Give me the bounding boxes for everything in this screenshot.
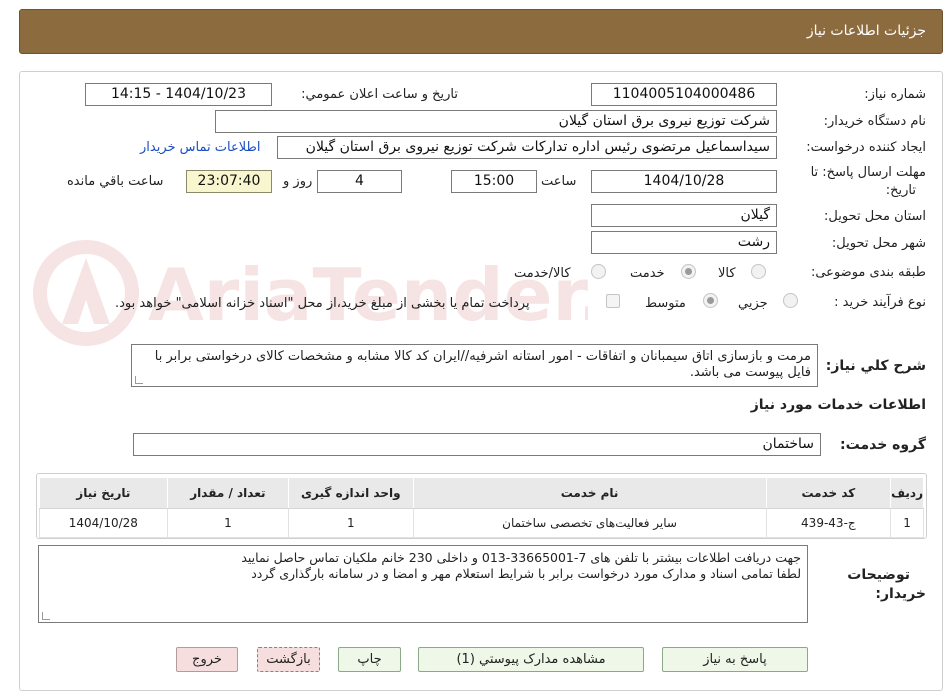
page-header: جزئیات اطلاعات نیاز (19, 9, 943, 54)
category-radio-goods-service[interactable] (591, 264, 606, 279)
description-text: مرمت و بازسازی اتاق سیمبانان و اتفاقات -… (154, 349, 811, 380)
remaining-time-field: 23:07:40 (186, 170, 272, 193)
category-radio-goods[interactable] (751, 264, 766, 279)
time-label: ساعت (541, 174, 577, 189)
print-button[interactable]: چاپ (338, 647, 401, 672)
treasury-checkbox[interactable] (606, 294, 620, 308)
deadline-label: مهلت ارسال پاسخ: تا (810, 165, 926, 180)
category-label: طبقه بندی موضوعی: (810, 265, 926, 280)
description-field: مرمت و بازسازی اتاق سیمبانان و اتفاقات -… (131, 344, 818, 387)
process-option-minor: جزيي (738, 296, 768, 311)
services-table: رديف کد خدمت نام خدمت واحد اندازه گيری ت… (39, 477, 924, 538)
category-option-goods-service: کالا/خدمت (514, 266, 571, 281)
city-label: شهر محل تحويل: (831, 236, 926, 251)
creator-field: سیداسماعیل مرتضوی رئیس اداره تدارکات شرک… (277, 136, 777, 159)
province-label: استان محل تحويل: (824, 209, 926, 224)
description-label: شرح کلي نياز: (825, 358, 926, 374)
announce-field: 1404/10/23 - 14:15 (85, 83, 272, 106)
table-header-row: رديف کد خدمت نام خدمت واحد اندازه گيری ت… (39, 477, 924, 509)
col-row-number: رديف (890, 477, 924, 509)
reply-button[interactable]: پاسخ به نياز (662, 647, 808, 672)
back-button[interactable]: بازگشت (257, 647, 320, 672)
col-need-date: تاريخ نياز (39, 477, 168, 509)
col-service-code: کد خدمت (765, 477, 892, 509)
process-radio-minor[interactable] (783, 293, 798, 308)
col-unit: واحد اندازه گيری (288, 477, 414, 509)
payment-note: پرداخت تمام یا بخشی از مبلغ خرید،از محل … (115, 296, 530, 311)
cell-need-date: 1404/10/28 (39, 508, 168, 538)
need-number-label: شماره نیاز: (864, 87, 926, 102)
category-radio-service[interactable] (681, 264, 696, 279)
buyer-notes-field: جهت دریافت اطلاعات بیشتر با تلفن های 7-3… (38, 545, 808, 623)
process-label: نوع فرآیند خرید : (834, 295, 926, 310)
view-attachments-button[interactable]: مشاهده مدارک پيوستي (1) (418, 647, 644, 672)
days-field: 4 (317, 170, 402, 193)
category-option-service: خدمت (630, 266, 665, 281)
buyer-notes-line-2: لطفا تمامی اسناد و مدارک مورد درخواست بر… (251, 566, 801, 581)
buyer-notes-label-2: خريدار: (875, 586, 926, 602)
page-title: جزئیات اطلاعات نیاز (806, 23, 926, 39)
buyer-field: شرکت توزیع نیروی برق استان گیلان (215, 110, 777, 133)
buyer-contact-link[interactable]: اطلاعات تماس خريدار (140, 140, 260, 155)
announce-label: تاریخ و ساعت اعلان عمومي: (301, 87, 458, 102)
exit-button[interactable]: خروج (176, 647, 238, 672)
table-row: 1 ج-43-439 سایر فعالیت‌های تخصصی ساختمان… (39, 508, 924, 538)
cell-row-number: 1 (890, 508, 924, 538)
cell-service-code: ج-43-439 (765, 508, 892, 538)
need-number-field: 1104005104000486 (591, 83, 777, 106)
service-group-label: گروه خدمت: (840, 437, 926, 453)
col-quantity: تعداد / مقدار (166, 477, 290, 509)
buyer-notes-line-1: جهت دریافت اطلاعات بیشتر با تلفن های 7-3… (241, 550, 801, 565)
resize-grip-icon[interactable] (135, 376, 143, 384)
cell-service-name: سایر فعالیت‌های تخصصی ساختمان (412, 508, 767, 538)
process-radio-medium[interactable] (703, 293, 718, 308)
city-field: رشت (591, 231, 777, 254)
province-field: گیلان (591, 204, 777, 227)
deadline-date-field: 1404/10/28 (591, 170, 777, 193)
cell-quantity: 1 (166, 508, 290, 538)
creator-label: ايجاد کننده درخواست: (806, 140, 926, 155)
service-group-field: ساختمان (133, 433, 821, 456)
buyer-notes-label-1: توضيحات (847, 567, 910, 583)
resize-grip-icon[interactable] (42, 612, 50, 620)
cell-unit: 1 (288, 508, 414, 538)
deadline-label-date: تاريخ: (885, 183, 916, 198)
days-label: روز و (283, 174, 313, 189)
deadline-time-field: 15:00 (451, 170, 537, 193)
remaining-label: ساعت باقي مانده (67, 174, 164, 189)
services-section-title: اطلاعات خدمات مورد نياز (750, 397, 926, 413)
process-option-medium: متوسط (645, 296, 686, 311)
category-option-goods: کالا (718, 266, 736, 281)
buyer-label: نام دستگاه خريدار: (823, 114, 926, 129)
col-service-name: نام خدمت (412, 477, 767, 509)
